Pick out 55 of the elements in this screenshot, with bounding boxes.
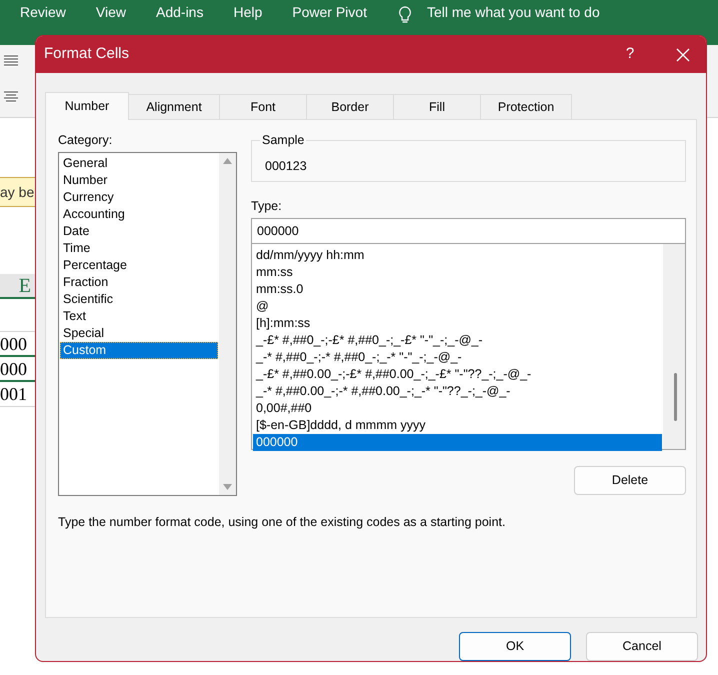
type-label: Type: <box>251 198 283 214</box>
format-item[interactable]: [$-en-GB]dddd, d mmmm yyyy <box>253 416 662 434</box>
format-item[interactable]: 000000 <box>253 434 662 451</box>
dialog-title: Format Cells <box>44 44 130 64</box>
category-item[interactable]: General <box>60 154 218 172</box>
category-item[interactable]: Custom <box>60 342 218 359</box>
category-list[interactable]: General Number Currency Accounting Date Time Percentage Fraction Scientific Text Special Custom <box>58 152 237 496</box>
format-item[interactable]: dd/mm/yyyy hh:mm <box>253 246 662 264</box>
column-header[interactable]: E <box>0 274 35 299</box>
delete-button[interactable]: Delete <box>574 466 686 495</box>
type-field[interactable]: 000000 <box>251 218 686 244</box>
scrollbar[interactable] <box>219 152 236 495</box>
lightbulb-icon <box>396 6 413 24</box>
format-item[interactable]: _-£* #,##0.00_-;-£* #,##0.00_-;_-£* "-"??_-;_-@_- <box>253 366 662 383</box>
help-button[interactable]: ? <box>612 43 648 66</box>
scroll-up-icon[interactable] <box>223 158 232 164</box>
format-item[interactable]: _-* #,##0_-;-* #,##0_-;_-* "-"_-;_-@_- <box>253 348 662 366</box>
format-list[interactable] <box>251 242 686 450</box>
format-item[interactable]: mm:ss <box>253 264 662 281</box>
ribbon-tab[interactable]: Power Pivot <box>292 4 367 20</box>
category-label: Category: <box>58 132 114 148</box>
category-item[interactable]: Special <box>60 324 218 342</box>
format-item[interactable]: [h]:mm:ss <box>253 314 662 332</box>
cancel-button[interactable]: Cancel <box>586 632 698 661</box>
sample-value: 000123 <box>265 158 307 173</box>
category-item[interactable]: Currency <box>60 188 218 206</box>
category-item[interactable]: Percentage <box>60 256 218 274</box>
category-item[interactable]: Accounting <box>60 206 218 223</box>
scroll-down-icon[interactable] <box>223 484 232 490</box>
ribbon-tab[interactable]: View <box>96 4 126 20</box>
ok-button[interactable]: OK <box>459 632 571 661</box>
category-item[interactable]: Scientific <box>60 290 218 308</box>
message-bar-text: ay be <box>0 177 35 207</box>
format-item[interactable]: @ <box>253 298 662 315</box>
align-icon[interactable] <box>3 55 19 67</box>
description-text: Type the number format code, using one of the existing codes as a starting point. <box>58 514 506 530</box>
scrollbar[interactable] <box>663 244 685 449</box>
ribbon-tab[interactable]: Help <box>233 4 262 20</box>
tab[interactable]: Number <box>45 92 129 120</box>
format-item[interactable]: mm:ss.0 <box>253 280 662 298</box>
sample-label: Sample <box>260 132 306 148</box>
format-item[interactable]: 0,00#,##0 <box>253 400 662 417</box>
category-item[interactable]: Date <box>60 222 218 240</box>
category-item[interactable]: Time <box>60 240 218 257</box>
format-item[interactable]: _-* #,##0.00_-;-* #,##0.00_-;_-* "-"??_-;_-@_- <box>253 382 662 400</box>
category-item[interactable]: Fraction <box>60 274 218 291</box>
format-item[interactable]: _-£* #,##0_-;-£* #,##0_-;_-£* "-"_-;_-@_- <box>253 332 662 349</box>
align-icon[interactable] <box>3 91 19 103</box>
tell-me-search[interactable]: Tell me what you want to do <box>426 4 600 20</box>
category-item[interactable]: Number <box>60 172 218 189</box>
ribbon-tab[interactable]: Review <box>20 4 66 20</box>
scroll-thumb[interactable] <box>674 372 677 421</box>
ribbon-tab[interactable]: Add-ins <box>156 4 204 20</box>
category-item[interactable]: Text <box>60 308 218 325</box>
tab[interactable]: Protection <box>480 94 572 120</box>
